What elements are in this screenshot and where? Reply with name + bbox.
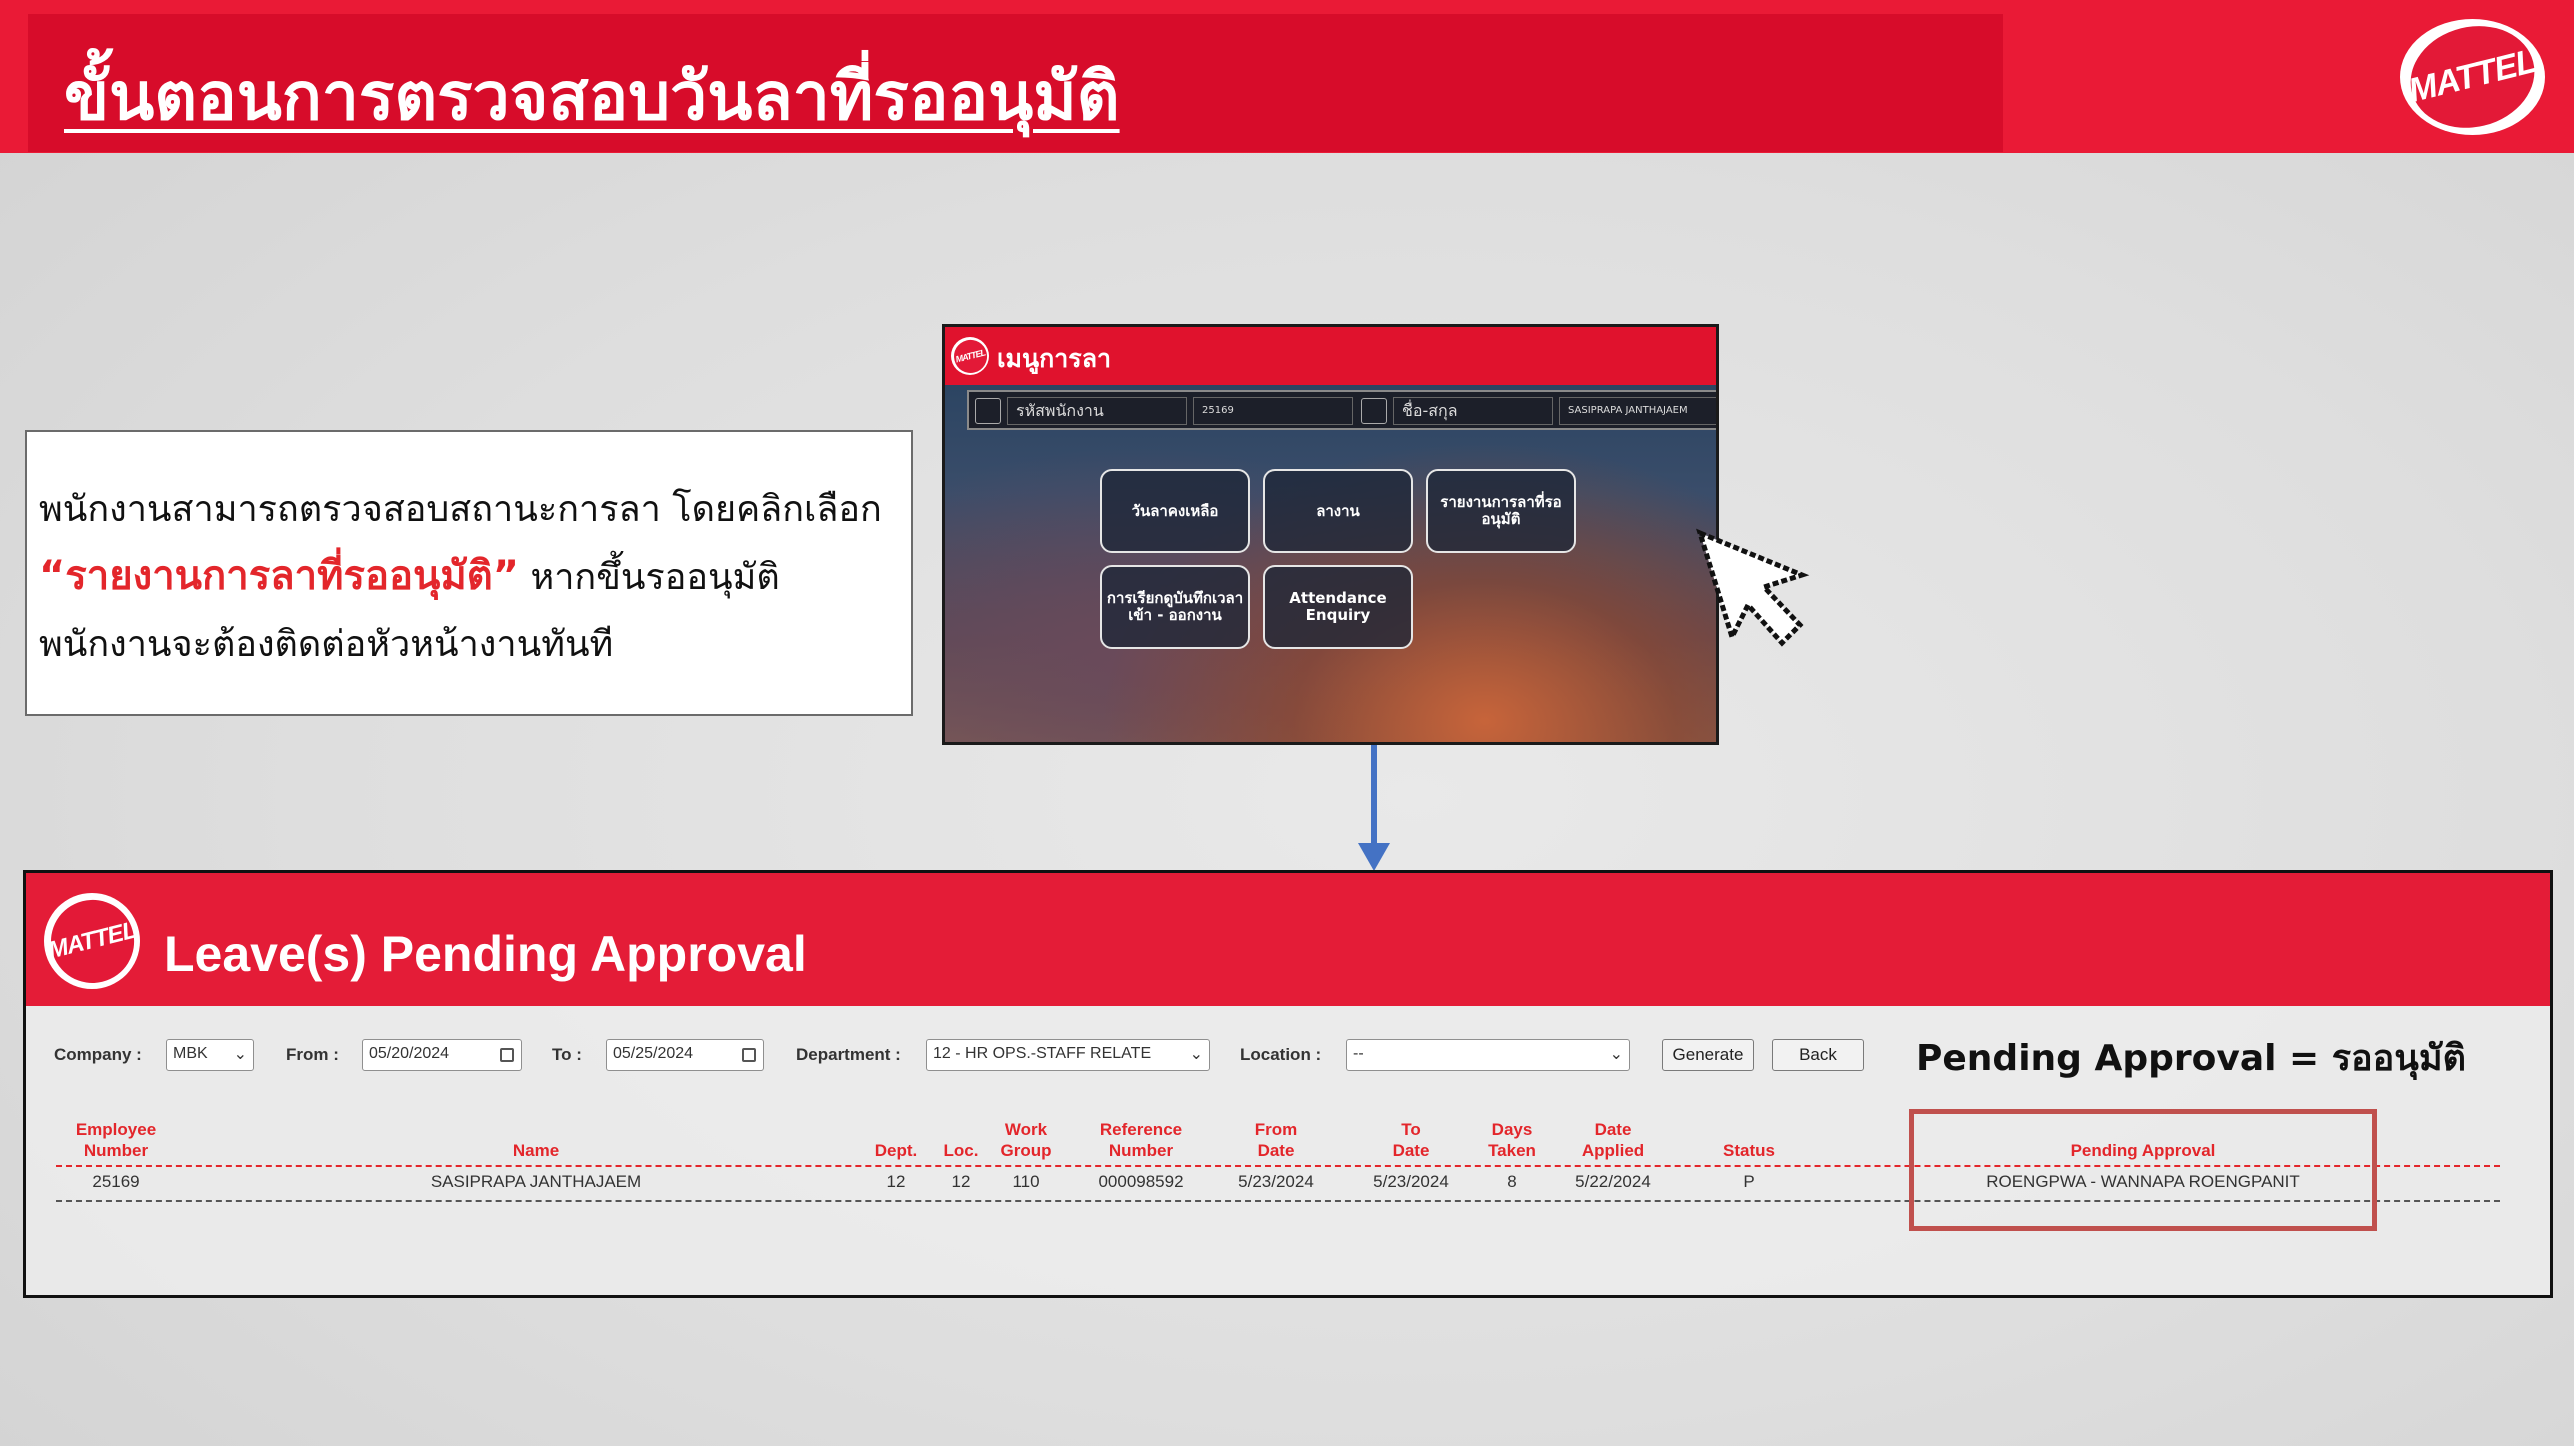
company-select-value: MBK bbox=[173, 1045, 208, 1062]
instruction-line-2: “รายงานการลาที่รออนุมัติ” หากขึ้นรออนุมั… bbox=[39, 543, 911, 611]
column-header-from-date: From Date bbox=[1216, 1119, 1336, 1161]
column-header-reference-number: Reference Number bbox=[1081, 1119, 1201, 1161]
location-select[interactable]: -- ⌄ bbox=[1346, 1039, 1630, 1071]
department-select-value: 12 - HR OPS.-STAFF RELATE bbox=[933, 1045, 1152, 1062]
column-header-line: To bbox=[1401, 1120, 1421, 1139]
column-header-line: Taken bbox=[1488, 1141, 1536, 1160]
column-header-employee-number: Employee Number bbox=[36, 1119, 196, 1161]
column-header-line: Date bbox=[1594, 1120, 1632, 1139]
department-select[interactable]: 12 - HR OPS.-STAFF RELATE ⌄ bbox=[926, 1039, 1210, 1071]
company-select[interactable]: MBK ⌄ bbox=[166, 1039, 254, 1071]
column-header-line: From bbox=[1254, 1120, 1298, 1139]
leave-menu-title: เมนูการลา bbox=[997, 344, 1112, 373]
generate-button[interactable]: Generate bbox=[1662, 1039, 1754, 1071]
mattel-logo-word: MATTEL bbox=[2405, 42, 2540, 111]
cell-name: SASIPRAPA JANTHAJAEM bbox=[430, 1172, 642, 1191]
column-header-work-group: Work Group bbox=[981, 1119, 1071, 1161]
mattel-logo-panel: MATTEL bbox=[41, 890, 143, 992]
column-header-line: Days bbox=[1491, 1120, 1533, 1139]
cell-from-date: 5/23/2024 bbox=[1238, 1172, 1314, 1191]
cell-dept: 12 bbox=[886, 1172, 906, 1191]
time-record-view-button[interactable]: การเรียกดูบันทึกเวลาเข้า - ออกงาน bbox=[1100, 565, 1250, 649]
column-header-line: Group bbox=[1000, 1141, 1052, 1160]
to-date-value: 05/25/2024 bbox=[613, 1045, 694, 1062]
leave-menu-screenshot: MATTEL เมนูการลา รหัสพนักงาน 25169 ชื่อ-… bbox=[942, 324, 1719, 745]
cell-to-date: 5/23/2024 bbox=[1373, 1172, 1449, 1191]
chevron-down-icon: ⌄ bbox=[1609, 1046, 1623, 1063]
employee-info-bar: รหัสพนักงาน 25169 ชื่อ-สกุล SASIPRAPA JA… bbox=[967, 390, 1716, 430]
leave-menu-header: MATTEL เมนูการลา bbox=[945, 327, 1716, 385]
column-header-days-taken: Days Taken bbox=[1462, 1119, 1562, 1161]
mattel-logo-small-word: MATTEL bbox=[954, 347, 986, 365]
column-header-dept: Dept. bbox=[874, 1141, 918, 1160]
chevron-down-icon: ⌄ bbox=[1189, 1046, 1203, 1063]
slide-title: ขั้นตอนการตรวจสอบวันลาที่รออนุมัติ bbox=[64, 58, 1120, 135]
column-header-to-date: To Date bbox=[1351, 1119, 1471, 1161]
column-header-line: Employee bbox=[75, 1120, 157, 1139]
cell-work-group: 110 bbox=[1012, 1172, 1040, 1191]
pending-approval-highlight-box bbox=[1909, 1109, 2377, 1231]
id-card-icon bbox=[975, 398, 1001, 424]
down-arrow-icon bbox=[1358, 745, 1390, 871]
pointer-cursor-icon bbox=[1696, 528, 1810, 647]
apply-leave-button[interactable]: ลางาน bbox=[1263, 469, 1413, 553]
column-header-line: Number bbox=[1108, 1141, 1174, 1160]
employee-id-label: รหัสพนักงาน bbox=[1007, 397, 1187, 425]
column-header-line: Number bbox=[83, 1141, 149, 1160]
pending-approval-title: Leave(s) Pending Approval bbox=[164, 926, 807, 982]
column-header-status: Status bbox=[1723, 1141, 1775, 1160]
to-date-input[interactable]: 05/25/2024 bbox=[606, 1039, 764, 1071]
column-header-line: Work bbox=[1004, 1120, 1048, 1139]
column-header-date-applied: Date Applied bbox=[1563, 1119, 1663, 1161]
pending-leave-report-button[interactable]: รายงานการลาที่รออนุมัติ bbox=[1426, 469, 1576, 553]
mattel-logo-panel-word: MATTEL bbox=[45, 916, 139, 965]
attendance-enquiry-button[interactable]: Attendance Enquiry bbox=[1263, 565, 1413, 649]
instruction-line-2-rest: หากขึ้นรออนุมัติ bbox=[519, 557, 780, 598]
cell-days-taken: 8 bbox=[1507, 1172, 1517, 1191]
column-header-name: Name bbox=[512, 1141, 560, 1160]
employee-name-label: ชื่อ-สกุล bbox=[1393, 397, 1553, 425]
from-date-label: From : bbox=[286, 1045, 339, 1064]
mattel-logo-small: MATTEL bbox=[950, 336, 990, 376]
location-label: Location : bbox=[1240, 1045, 1322, 1064]
back-button[interactable]: Back bbox=[1772, 1039, 1864, 1071]
instruction-line-3: พนักงานจะต้องติดต่อหัวหน้างานทันที bbox=[39, 624, 614, 665]
employee-name-value: SASIPRAPA JANTHAJAEM bbox=[1559, 397, 1716, 425]
cell-status: P bbox=[1743, 1172, 1755, 1191]
column-header-line: Reference bbox=[1099, 1120, 1183, 1139]
calendar-icon bbox=[742, 1048, 756, 1062]
instruction-highlight: “รายงานการลาที่รออนุมัติ” bbox=[39, 553, 520, 599]
department-label: Department : bbox=[796, 1045, 901, 1064]
from-date-value: 05/20/2024 bbox=[369, 1045, 450, 1062]
calendar-icon bbox=[500, 1048, 514, 1062]
pending-approval-note: Pending Approval = รออนุมัติ bbox=[1916, 1038, 2466, 1079]
instruction-text-box: พนักงานสามารถตรวจสอบสถานะการลา โดยคลิกเล… bbox=[25, 430, 913, 716]
cell-date-applied: 5/22/2024 bbox=[1575, 1172, 1651, 1191]
column-header-line: Date bbox=[1392, 1141, 1430, 1160]
column-header-line: Date bbox=[1257, 1141, 1295, 1160]
cell-employee-number: 25169 bbox=[92, 1172, 140, 1191]
slide-header-bar: ขั้นตอนการตรวจสอบวันลาที่รออนุมัติ MATTE… bbox=[0, 0, 2574, 153]
cell-reference-number: 000098592 bbox=[1098, 1172, 1184, 1191]
chevron-down-icon: ⌄ bbox=[233, 1046, 247, 1063]
to-date-label: To : bbox=[552, 1045, 582, 1064]
pending-approval-header: MATTEL Leave(s) Pending Approval bbox=[26, 873, 2550, 1006]
user-icon bbox=[1361, 398, 1387, 424]
instruction-line-1: พนักงานสามารถตรวจสอบสถานะการลา โดยคลิกเล… bbox=[39, 489, 882, 530]
location-select-value: -- bbox=[1353, 1045, 1364, 1062]
leave-balance-button[interactable]: วันลาคงเหลือ bbox=[1100, 469, 1250, 553]
from-date-input[interactable]: 05/20/2024 bbox=[362, 1039, 522, 1071]
company-label: Company : bbox=[54, 1045, 142, 1064]
employee-id-value: 25169 bbox=[1193, 397, 1353, 425]
mattel-logo: MATTEL bbox=[2399, 13, 2546, 141]
column-header-line: Applied bbox=[1581, 1141, 1645, 1160]
slide-title-box: ขั้นตอนการตรวจสอบวันลาที่รออนุมัติ bbox=[28, 14, 2003, 152]
pending-approval-panel: MATTEL Leave(s) Pending Approval Company… bbox=[23, 870, 2553, 1298]
